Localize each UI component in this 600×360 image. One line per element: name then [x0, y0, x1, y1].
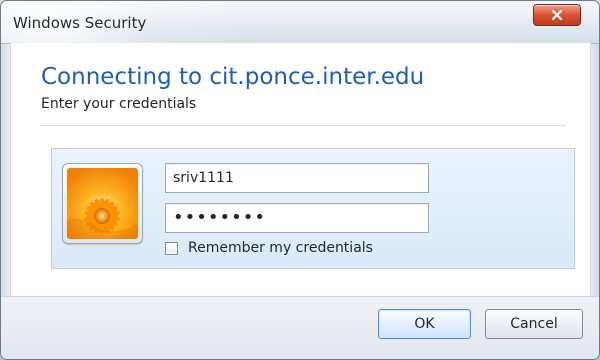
credentials-prompt: Enter your credentials — [41, 96, 197, 112]
left-frame-shadow — [1, 43, 10, 297]
credentials-panel: Remember my credentials — [51, 148, 575, 269]
username-input[interactable] — [165, 163, 429, 193]
user-avatar-frame — [62, 163, 143, 244]
windows-security-dialog: Windows Security Connecting to cit.ponce… — [0, 0, 600, 360]
close-icon — [550, 8, 564, 22]
connection-heading: Connecting to cit.ponce.inter.edu — [41, 64, 425, 90]
remember-credentials-checkbox[interactable] — [165, 241, 178, 255]
password-field[interactable] — [165, 203, 429, 233]
close-button[interactable] — [533, 4, 581, 26]
section-divider — [40, 125, 566, 126]
window-title: Windows Security — [13, 14, 147, 32]
cancel-button[interactable]: Cancel — [485, 309, 583, 339]
remember-credentials-label: Remember my credentials — [188, 240, 373, 256]
dialog-content: Connecting to cit.ponce.inter.edu Enter … — [10, 43, 591, 299]
flower-user-tile-icon — [67, 168, 138, 239]
remember-credentials-option[interactable]: Remember my credentials — [165, 240, 373, 256]
right-frame-shadow — [590, 43, 599, 297]
dialog-footer: OK Cancel — [1, 296, 599, 359]
title-bar: Windows Security — [1, 1, 599, 44]
ok-button[interactable]: OK — [378, 309, 471, 339]
